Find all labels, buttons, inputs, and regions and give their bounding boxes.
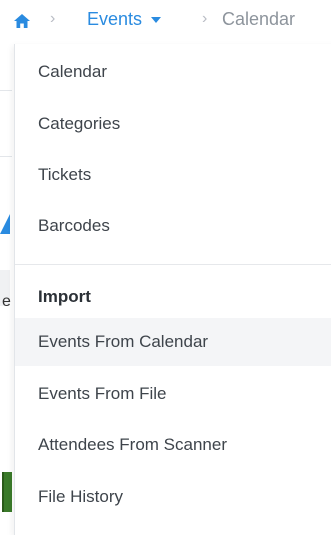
menu-item-tickets[interactable]: Tickets (15, 151, 331, 199)
background-text-fragment: e (2, 293, 11, 310)
background-divider (0, 90, 12, 91)
menu-item-categories[interactable]: Categories (15, 100, 331, 148)
events-dropdown-menu: Calendar Categories Tickets Barcodes Imp… (14, 44, 331, 535)
menu-item-barcodes[interactable]: Barcodes (15, 202, 331, 250)
caret-down-icon (151, 16, 162, 23)
breadcrumb-events-label: Events (87, 9, 143, 29)
breadcrumb-current: Calendar (222, 9, 296, 29)
menu-item-attendees-from-scanner[interactable]: Attendees From Scanner (15, 421, 331, 469)
menu-item-calendar[interactable]: Calendar (15, 48, 331, 96)
home-icon[interactable] (13, 12, 31, 30)
menu-item-events-from-file[interactable]: Events From File (15, 370, 331, 418)
menu-section-header-import: Import (38, 287, 91, 306)
page: › Events › Calendar e Calendar Categorie… (0, 0, 331, 535)
menu-divider (15, 264, 331, 265)
breadcrumb-separator: › (50, 10, 56, 27)
menu-item-file-history[interactable]: File History (15, 473, 331, 521)
background-divider (0, 156, 12, 157)
breadcrumb: › Events › Calendar (0, 0, 331, 44)
menu-item-events-from-calendar[interactable]: Events From Calendar (15, 318, 331, 366)
breadcrumb-events-dropdown[interactable]: Events (87, 9, 162, 30)
background-blue-shape (0, 214, 10, 234)
background-green-shape (2, 472, 12, 512)
breadcrumb-separator: › (202, 10, 208, 27)
